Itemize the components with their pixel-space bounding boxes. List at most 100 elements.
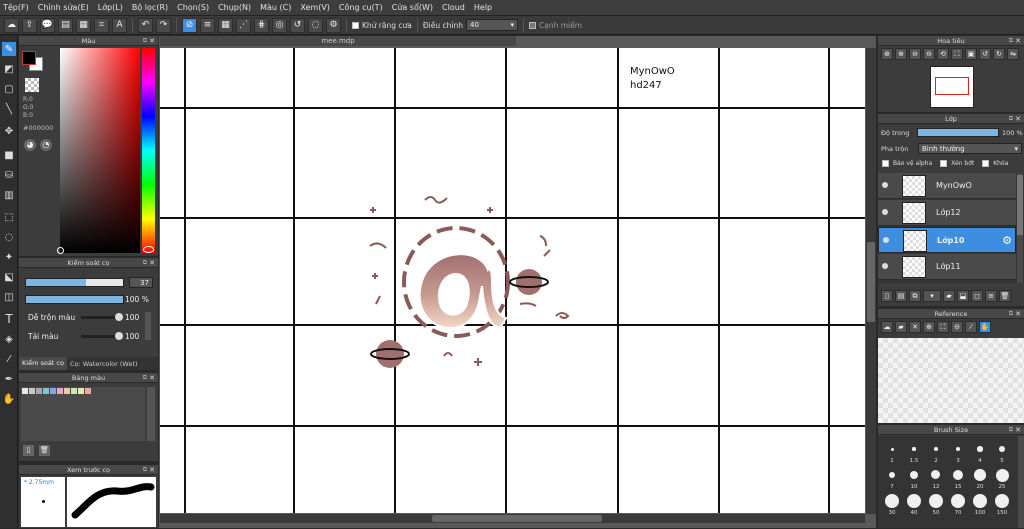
zoom-out-alt-icon[interactable]: ⊖ — [923, 48, 935, 60]
layer-row-selected[interactable]: Lớp10 ⚙ — [878, 227, 1016, 253]
blend-slider[interactable] — [81, 313, 123, 321]
tab-brush-control[interactable]: Kiểm soát cọ — [19, 357, 67, 370]
adjust-dropdown[interactable]: 40 ▾ — [466, 19, 518, 31]
layer-opacity-bar[interactable] — [917, 128, 999, 137]
menu-window[interactable]: Cửa sổ(W) — [392, 3, 433, 12]
layer-scroll-thumb[interactable] — [1017, 175, 1023, 235]
canvas[interactable]: MynOwO hd247 — [160, 48, 865, 513]
close-icon[interactable]: ✕ — [1015, 309, 1021, 319]
navigator-thumbnail[interactable] — [930, 66, 974, 108]
snap-circle-icon[interactable]: ◎ — [272, 17, 287, 33]
move-tool-icon[interactable]: ✥ — [2, 124, 16, 138]
hue-slider-handle[interactable] — [143, 246, 154, 253]
color-swatch[interactable] — [78, 388, 84, 394]
layer-props-icon[interactable]: ≡ — [985, 290, 997, 302]
popout-icon[interactable]: ⧉ — [143, 258, 147, 268]
snap-grid-icon[interactable]: ▦ — [218, 17, 233, 33]
brush-size-preset[interactable] — [995, 494, 1009, 508]
color-swatch[interactable] — [85, 388, 91, 394]
color-swatch[interactable] — [36, 388, 42, 394]
visibility-icon[interactable] — [882, 182, 888, 188]
menu-capture[interactable]: Chụp(N) — [218, 3, 251, 12]
antialias-checkbox[interactable] — [352, 21, 359, 29]
layer-settings-gear-icon[interactable]: ⚙ — [1002, 234, 1012, 247]
text-icon[interactable]: A — [112, 17, 127, 33]
eraser-tool-icon[interactable]: ◩ — [2, 62, 16, 76]
undo-icon[interactable]: ↶ — [138, 17, 153, 33]
brush-size-preset[interactable] — [885, 494, 899, 508]
select-rect-tool-icon[interactable]: ▢ — [2, 82, 16, 96]
color-swatch[interactable] — [57, 388, 63, 394]
new-layer-icon[interactable]: ▯ — [881, 290, 893, 302]
cloud-icon[interactable]: ☁ — [4, 17, 19, 33]
brush-size-scrollbar[interactable] — [1018, 436, 1024, 528]
menu-color[interactable]: Màu (C) — [260, 3, 291, 12]
close-icon[interactable]: ✕ — [149, 258, 155, 268]
color-swatch[interactable] — [50, 388, 56, 394]
saturation-value-picker[interactable] — [60, 48, 140, 253]
select-eraser-tool-icon[interactable]: ◫ — [2, 290, 16, 304]
brush-size-preset[interactable] — [952, 469, 964, 481]
snap-curve-icon[interactable]: ↺ — [290, 17, 305, 33]
speech-bubble-icon[interactable]: 💬 — [40, 17, 55, 33]
zoom-in-alt-icon[interactable]: ⊕ — [895, 48, 907, 60]
popout-icon[interactable]: ⧉ — [1009, 425, 1013, 435]
close-icon[interactable]: ✕ — [1015, 114, 1021, 124]
export-icon[interactable]: ⇪ — [22, 17, 37, 33]
rect-fill-tool-icon[interactable]: ■ — [2, 148, 16, 162]
actual-size-icon[interactable]: ▣ — [965, 48, 977, 60]
brush-size-preset[interactable] — [909, 470, 919, 480]
layer-row[interactable]: Lớp12 — [878, 200, 1016, 226]
snap-settings-icon[interactable]: ⚙ — [326, 17, 341, 33]
brush-size-preset[interactable] — [929, 494, 943, 508]
delete-layer-icon[interactable]: 🗑 — [999, 290, 1011, 302]
text-tool-icon[interactable]: T — [2, 312, 16, 326]
zoom-out-icon[interactable]: ⊖ — [909, 48, 921, 60]
eyedropper-icon[interactable]: ⁄ — [965, 321, 977, 333]
vertical-scrollbar[interactable] — [866, 48, 876, 514]
close-image-icon[interactable]: ✕ — [909, 321, 921, 333]
close-icon[interactable]: ✕ — [149, 36, 155, 46]
close-icon[interactable]: ✕ — [149, 373, 155, 383]
zoom-in-icon[interactable]: ⊕ — [923, 321, 935, 333]
color-swatch[interactable] — [64, 388, 70, 394]
flip-icon[interactable]: ⇋ — [1007, 48, 1019, 60]
brush-size-preset[interactable] — [907, 494, 921, 508]
menu-tools[interactable]: Công cụ(T) — [339, 3, 383, 12]
new-swatch-icon[interactable]: ▯ — [23, 445, 34, 456]
fit-icon[interactable]: ⛶ — [951, 48, 963, 60]
popout-icon[interactable]: ⧉ — [1009, 114, 1013, 124]
eyedropper-tool-icon[interactable]: ⁄ — [2, 352, 16, 366]
menu-layer[interactable]: Lớp(L) — [98, 3, 123, 12]
gradient-tool-icon[interactable]: ▥ — [2, 188, 16, 202]
crop-icon[interactable]: ⌗ — [94, 17, 109, 33]
menu-file[interactable]: Tệp(F) — [3, 3, 29, 12]
visibility-icon[interactable] — [882, 209, 888, 215]
menu-edit[interactable]: Chỉnh sửa(E) — [38, 3, 89, 12]
clipping-checkbox[interactable] — [940, 160, 948, 167]
document-tab[interactable]: mee.mdp — [160, 36, 516, 46]
brush-size-preset[interactable] — [951, 494, 965, 508]
rotate-left-icon[interactable]: ↺ — [979, 48, 991, 60]
brush-size-value[interactable]: 37 — [129, 277, 153, 288]
menu-view[interactable]: Xem(V) — [300, 3, 330, 12]
color-swatch[interactable] — [71, 388, 77, 394]
close-icon[interactable]: ✕ — [1015, 36, 1021, 46]
snap-parallel-icon[interactable]: ≡ — [200, 17, 215, 33]
snap-ellipse-icon[interactable]: ◌ — [308, 17, 323, 33]
visibility-icon[interactable] — [883, 237, 889, 243]
brush-size-preset[interactable] — [973, 494, 987, 508]
menu-cloud[interactable]: Cloud — [442, 3, 465, 12]
color-swatch[interactable] — [22, 388, 28, 394]
horizontal-scrollbar[interactable] — [160, 514, 865, 523]
popout-icon[interactable]: ⧉ — [143, 373, 147, 383]
bucket-tool-icon[interactable]: ⛁ — [2, 168, 16, 182]
menu-help[interactable]: Help — [474, 3, 492, 12]
reference-canvas[interactable] — [878, 338, 1024, 423]
brush-size-preset[interactable] — [931, 470, 941, 480]
select-pen-tool-icon[interactable]: ⬕ — [2, 270, 16, 284]
lasso-tool-icon[interactable]: ◌ — [2, 230, 16, 244]
color-picker-cursor[interactable] — [57, 247, 64, 254]
brush-size-preset[interactable] — [912, 447, 916, 451]
edge-checkbox[interactable] — [529, 21, 536, 29]
